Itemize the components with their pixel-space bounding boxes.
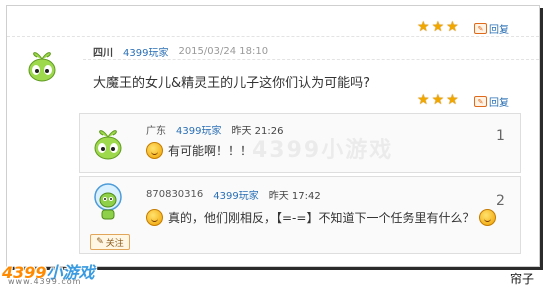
rating-stars[interactable]: ★ ★ ★ (417, 93, 459, 107)
star-icon[interactable]: ★ (446, 93, 459, 107)
reply-source[interactable]: 4399玩家 (176, 122, 221, 137)
site-url: www.4399.com (8, 277, 82, 286)
reply-username[interactable]: 广东 (146, 122, 166, 137)
smirk-icon (479, 209, 497, 226)
reply-source[interactable]: 4399玩家 (213, 187, 258, 202)
star-icon[interactable]: ★ (432, 20, 445, 34)
pencil-icon: ✎ (96, 237, 104, 247)
reply-content: 真的，他们刚相反，【=-=】不知道下一个任务里有什么？ (146, 209, 497, 226)
reply-item: ✎ 关注 870830316 4399玩家 昨天 17:42 真的，他们刚相反，… (79, 176, 521, 254)
comment-panel: ★ ★ ★ ✎ 回复 四川 4399玩家 2015/03/24 18:10 大魔… (6, 5, 540, 267)
reply-button[interactable]: ✎ 回复 (474, 21, 509, 36)
reply-content: 有可能啊！！！ (146, 142, 252, 159)
post-content: 大魔王的女儿&精灵王的儿子这你们认为可能吗? (93, 76, 371, 91)
reply-username[interactable]: 870830316 (146, 189, 203, 200)
rating-stars[interactable]: ★ ★ ★ (417, 20, 459, 34)
star-icon[interactable]: ★ (446, 20, 459, 34)
post-meta: 四川 4399玩家 2015/03/24 18:10 (93, 44, 268, 59)
avatar-astronaut (94, 183, 122, 220)
reply-meta: 870830316 4399玩家 昨天 17:42 (146, 187, 321, 202)
post-time: 2015/03/24 18:10 (178, 46, 269, 57)
reply-icon: ✎ (474, 23, 487, 34)
post-reply-button[interactable]: ✎ 回复 (474, 94, 509, 109)
laughing-icon (146, 209, 163, 226)
reply-icon: ✎ (474, 96, 487, 107)
star-icon[interactable]: ★ (417, 93, 430, 107)
divider (83, 59, 539, 60)
reply-time: 昨天 17:42 (268, 191, 321, 202)
smiley-icon (146, 142, 163, 159)
floor-number: 2 (496, 193, 505, 209)
star-icon[interactable]: ★ (432, 93, 445, 107)
post-source[interactable]: 4399玩家 (123, 44, 168, 59)
caption-text: 帘子 (510, 272, 535, 286)
divider (7, 36, 539, 37)
follow-button[interactable]: ✎ 关注 (90, 234, 130, 250)
watermark: 4399小游戏 (252, 138, 394, 163)
avatar-sprout (94, 130, 122, 160)
reply-item: 广东 4399玩家 昨天 21:26 有可能啊！！！ 4399小游戏 1 (79, 113, 521, 173)
avatar-sprout (28, 52, 56, 82)
star-icon[interactable]: ★ (417, 20, 430, 34)
floor-number: 1 (496, 128, 505, 144)
post-username[interactable]: 四川 (93, 44, 113, 59)
